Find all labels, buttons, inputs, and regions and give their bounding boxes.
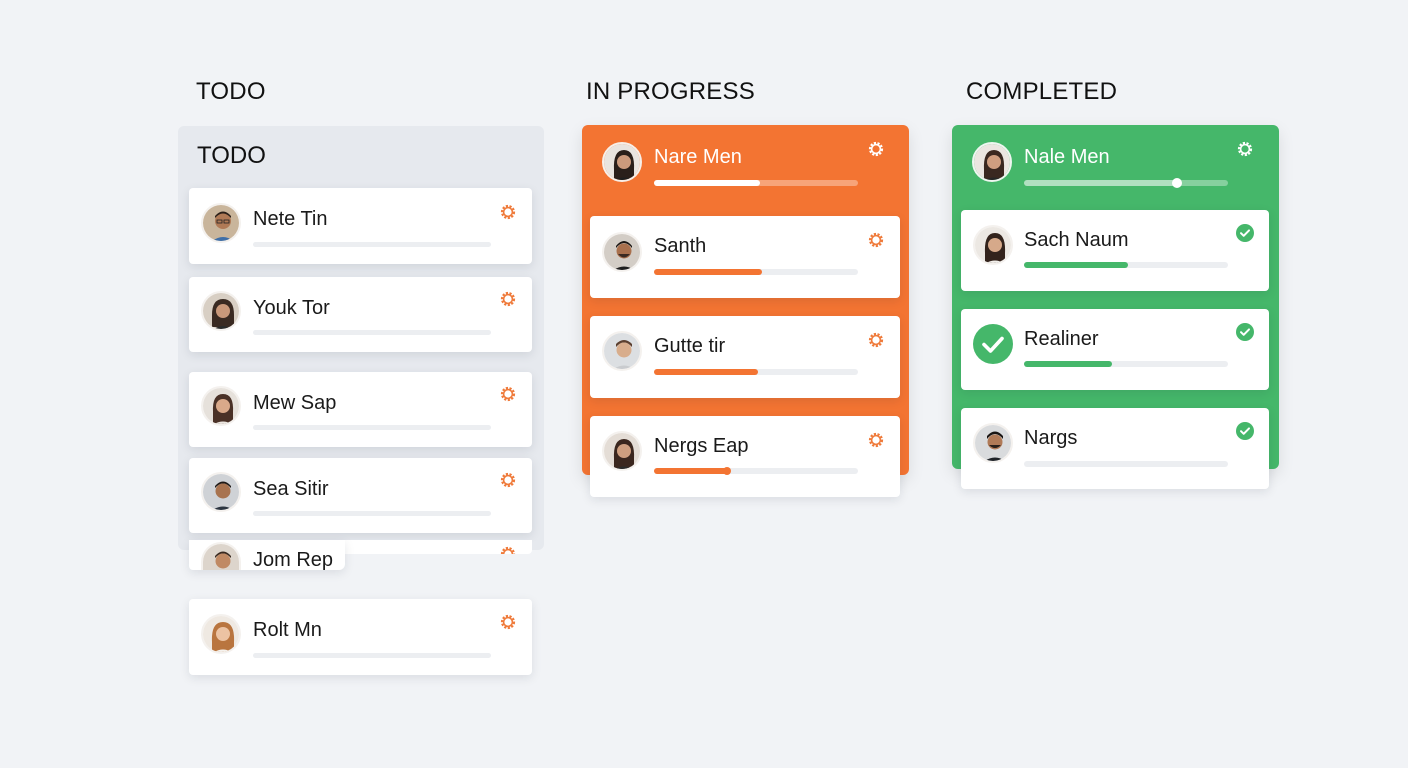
avatar xyxy=(972,142,1012,182)
gear-icon[interactable] xyxy=(865,429,887,451)
check-circle-icon[interactable] xyxy=(1234,321,1256,343)
check-circle-icon[interactable] xyxy=(1234,420,1256,442)
progress-track xyxy=(654,467,858,475)
progress-track xyxy=(654,369,858,375)
task-card[interactable]: Sach Naum xyxy=(961,210,1269,291)
column-heading-todo: TODO xyxy=(196,78,266,105)
progress-track xyxy=(253,330,491,335)
avatar xyxy=(201,614,241,654)
task-card[interactable]: Youk Tor xyxy=(189,277,532,352)
progress-track xyxy=(654,269,858,275)
avatar xyxy=(602,232,642,272)
task-name: Rolt Mn xyxy=(253,619,322,641)
task-name: Nargs xyxy=(1024,427,1078,449)
gear-icon[interactable] xyxy=(497,611,519,633)
gear-icon[interactable] xyxy=(497,540,519,554)
gear-icon[interactable] xyxy=(497,201,519,223)
progress-fill xyxy=(654,369,759,375)
task-card[interactable]: Gutte tir xyxy=(590,316,900,398)
avatar xyxy=(602,431,642,471)
progress-fill xyxy=(1024,262,1129,268)
task-card[interactable]: Santh xyxy=(590,216,900,298)
progress-fill xyxy=(1024,178,1182,188)
progress-fill xyxy=(654,180,761,186)
progress-track xyxy=(253,653,491,658)
progress-track xyxy=(1024,262,1228,268)
progress-track xyxy=(1024,461,1228,467)
avatar xyxy=(201,203,241,243)
progress-track xyxy=(1024,361,1228,367)
task-name: Nale Men xyxy=(1024,146,1110,168)
avatar xyxy=(201,472,241,512)
task-name: Realiner xyxy=(1024,328,1099,350)
task-card[interactable]: Rolt Mn xyxy=(189,599,532,675)
task-name: Nare Men xyxy=(654,146,742,168)
progress-fill xyxy=(654,467,732,475)
task-name: Sea Sitir xyxy=(253,478,329,500)
task-name: Nete Tin xyxy=(253,208,328,230)
task-name: Sach Naum xyxy=(1024,229,1129,251)
gear-icon[interactable] xyxy=(865,229,887,251)
gear-icon[interactable] xyxy=(1234,138,1256,160)
progress-track xyxy=(654,180,858,186)
progress-track xyxy=(253,425,491,430)
task-name: Gutte tir xyxy=(654,335,726,357)
avatar xyxy=(973,225,1013,265)
avatar xyxy=(602,142,642,182)
check-circle-icon xyxy=(973,324,1013,364)
avatar xyxy=(201,542,241,570)
task-card[interactable]: Realiner xyxy=(961,309,1269,390)
progress-track xyxy=(253,242,491,247)
progress-knob[interactable] xyxy=(723,467,732,475)
todo-panel-title: TODO xyxy=(197,142,266,169)
task-card[interactable]: Jom Rep xyxy=(189,540,345,570)
gear-icon[interactable] xyxy=(497,288,519,310)
task-name: Jom Rep xyxy=(253,549,334,570)
task-card[interactable]: Mew Sap xyxy=(189,372,532,447)
gear-icon[interactable] xyxy=(497,469,519,491)
progress-fill xyxy=(654,269,763,275)
avatar xyxy=(201,386,241,426)
column-heading-in-progress: IN PROGRESS xyxy=(586,78,755,105)
progress-track xyxy=(253,511,491,516)
avatar xyxy=(602,331,642,371)
task-card[interactable]: Nergs Eap xyxy=(590,416,900,497)
gear-icon[interactable] xyxy=(865,329,887,351)
task-name: Mew Sap xyxy=(253,392,337,414)
task-name: Youk Tor xyxy=(253,297,330,319)
task-card[interactable]: Sea Sitir xyxy=(189,458,532,533)
task-name: Santh xyxy=(654,235,707,257)
progress-fill xyxy=(1024,361,1112,367)
column-heading-completed: COMPLETED xyxy=(966,78,1118,105)
progress-knob[interactable] xyxy=(1172,178,1182,188)
task-card[interactable]: Nete Tin xyxy=(189,188,532,264)
progress-track xyxy=(1024,178,1228,188)
avatar xyxy=(973,423,1013,463)
gear-icon[interactable] xyxy=(497,383,519,405)
task-name: Nergs Eap xyxy=(654,435,749,457)
task-card[interactable]: Nargs xyxy=(961,408,1269,489)
avatar xyxy=(201,291,241,331)
check-circle-icon[interactable] xyxy=(1234,222,1256,244)
gear-icon[interactable] xyxy=(865,138,887,160)
